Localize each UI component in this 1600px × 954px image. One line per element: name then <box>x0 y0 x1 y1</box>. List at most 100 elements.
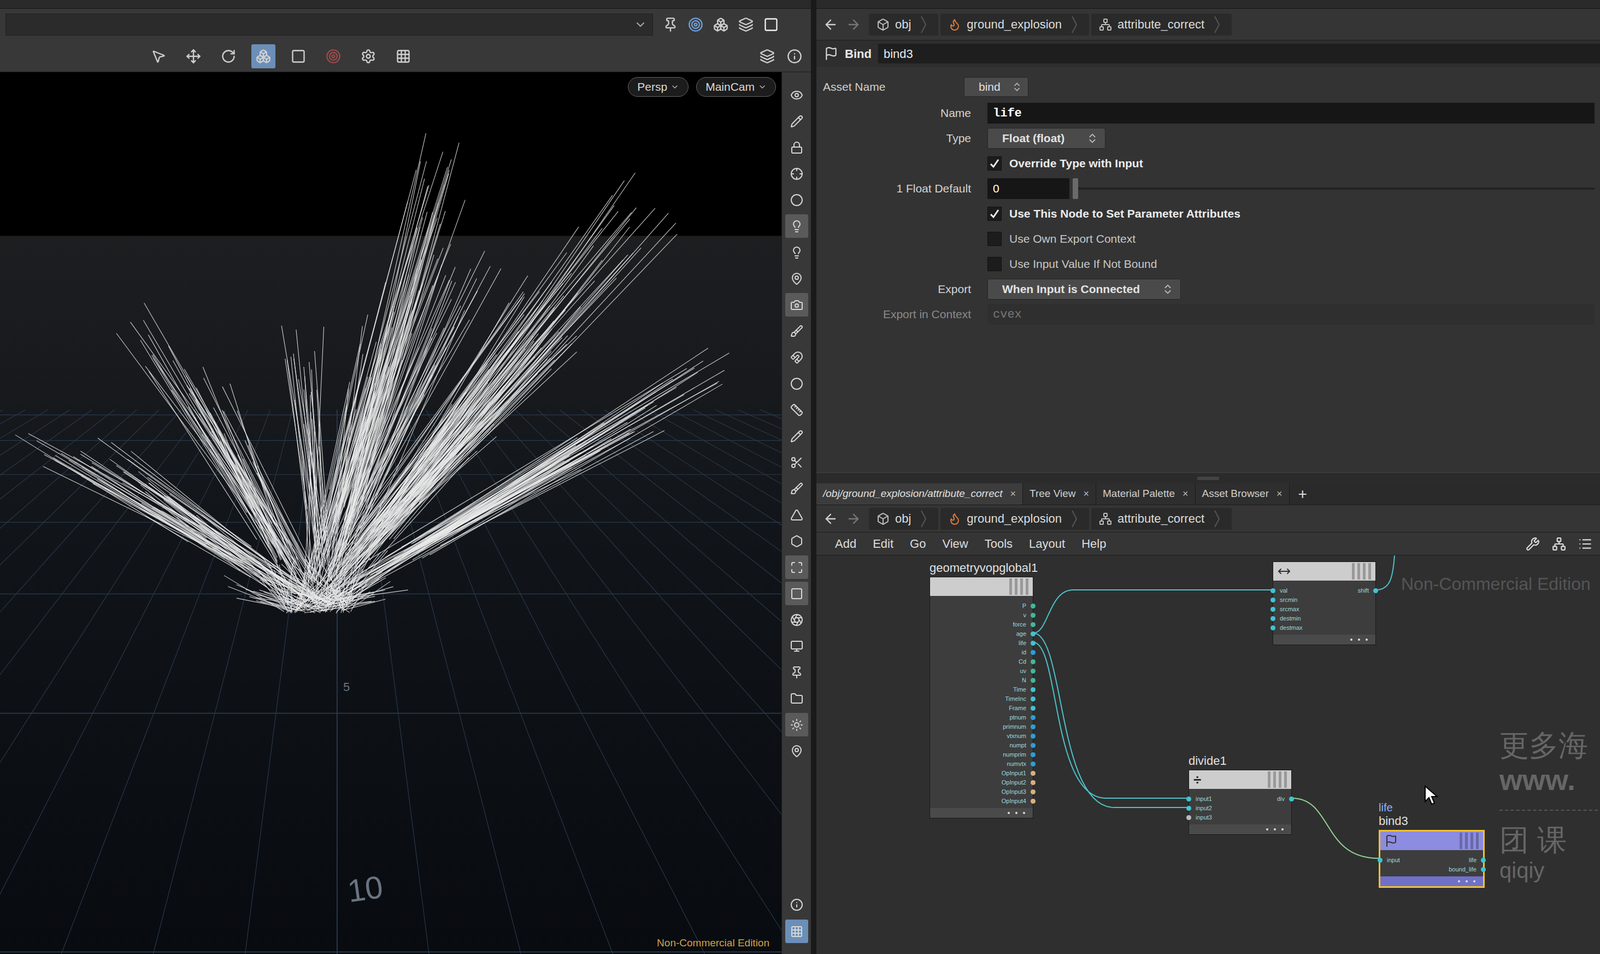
breadcrumb-item[interactable]: obj <box>868 13 939 36</box>
close-tab-button[interactable]: × <box>1276 486 1283 502</box>
output-port[interactable] <box>1030 714 1036 720</box>
list-icon[interactable] <box>1578 536 1593 551</box>
output-port[interactable] <box>1289 796 1294 802</box>
pane-tab[interactable]: /obj/ground_explosion/attribute_correct× <box>816 483 1023 505</box>
breadcrumb-item[interactable]: ground_explosion <box>940 507 1090 530</box>
split-handle[interactable] <box>816 472 1600 484</box>
output-port[interactable] <box>1030 668 1036 674</box>
text-field[interactable]: life <box>987 102 1595 124</box>
side-tool-button[interactable] <box>785 424 809 448</box>
back-icon[interactable] <box>822 16 839 33</box>
camera-button[interactable]: MainCam <box>696 77 776 97</box>
output-port[interactable] <box>1030 742 1036 748</box>
tree-icon[interactable] <box>1551 536 1567 551</box>
side-tool-button[interactable] <box>785 581 809 605</box>
toolbar-button[interactable] <box>321 44 346 69</box>
viewport[interactable]: PerspMainCam510Non-Commercial Edition <box>0 72 782 954</box>
slider-handle[interactable] <box>1072 178 1079 199</box>
close-tab-button[interactable]: × <box>1182 486 1189 502</box>
input-port[interactable] <box>1270 606 1276 612</box>
breadcrumb-item[interactable]: attribute_correct <box>1091 13 1232 36</box>
output-port[interactable] <box>1480 866 1486 872</box>
side-tool-button[interactable] <box>785 919 809 943</box>
input-port[interactable] <box>1270 615 1276 621</box>
output-port[interactable] <box>1030 733 1036 739</box>
side-tool-button[interactable] <box>785 528 809 553</box>
camera-button[interactable]: Persp <box>627 77 689 97</box>
side-tool-button[interactable] <box>785 686 809 710</box>
checkbox[interactable] <box>987 231 1002 246</box>
side-tool-button[interactable] <box>785 214 809 238</box>
pane-tab[interactable]: Asset Browser× <box>1195 483 1290 505</box>
back-icon[interactable] <box>822 510 839 527</box>
input-port[interactable] <box>1186 805 1192 811</box>
output-port[interactable] <box>1030 677 1036 683</box>
output-port[interactable] <box>1030 751 1036 757</box>
input-port[interactable] <box>1270 597 1276 603</box>
side-tool-button[interactable] <box>785 555 809 579</box>
output-port[interactable] <box>1030 631 1036 637</box>
side-tool-button[interactable] <box>785 633 809 658</box>
menu-item[interactable]: Go <box>909 534 926 553</box>
display-icon[interactable] <box>713 16 729 33</box>
node-name-field[interactable]: bind3 <box>878 43 1600 64</box>
dropdown[interactable]: When Input is Connected <box>987 278 1181 300</box>
output-port[interactable] <box>1030 724 1036 729</box>
side-tool-button[interactable] <box>785 187 809 212</box>
menu-item[interactable]: View <box>942 534 968 553</box>
menu-item[interactable]: Help <box>1081 534 1107 553</box>
pin-icon[interactable] <box>662 16 679 33</box>
input-port[interactable] <box>1186 814 1192 820</box>
checkbox-row[interactable]: Use Input Value If Not Bound <box>987 255 1157 273</box>
menu-item[interactable]: Layout <box>1028 534 1066 553</box>
link-icon[interactable] <box>687 16 704 33</box>
close-tab-button[interactable]: × <box>1009 486 1016 502</box>
output-port[interactable] <box>1480 857 1486 863</box>
toolbar-button[interactable] <box>251 44 276 69</box>
menu-item[interactable]: Tools <box>984 534 1013 553</box>
output-port[interactable] <box>1030 659 1036 664</box>
output-port[interactable] <box>1030 789 1036 794</box>
input-port[interactable] <box>1270 587 1276 593</box>
output-port[interactable] <box>1373 587 1379 593</box>
output-port[interactable] <box>1030 779 1036 785</box>
close-tab-button[interactable]: × <box>1083 486 1090 502</box>
side-tool-button[interactable] <box>785 266 809 291</box>
toolbar-button[interactable] <box>755 44 780 69</box>
menu-item[interactable]: Add <box>834 534 857 553</box>
dropdown[interactable]: Float (float) <box>987 127 1106 149</box>
output-port[interactable] <box>1030 705 1036 711</box>
add-tab-button[interactable]: + <box>1289 483 1316 505</box>
input-port[interactable] <box>1377 857 1383 863</box>
vop-node[interactable]: geometryvopglobal1PvforceagelifeidCduvNT… <box>929 576 1034 819</box>
pane-tab[interactable]: Material Palette× <box>1096 483 1196 505</box>
checkbox[interactable] <box>987 206 1002 221</box>
asset-dropdown[interactable]: bind <box>963 77 1029 97</box>
toolbar-button[interactable] <box>146 44 171 69</box>
toolbar-button[interactable] <box>391 44 416 69</box>
side-tool-button[interactable] <box>785 135 809 160</box>
output-port[interactable] <box>1030 603 1036 609</box>
output-port[interactable] <box>1030 649 1036 655</box>
output-port[interactable] <box>1030 612 1036 618</box>
side-tool-button[interactable] <box>785 660 809 684</box>
vop-node[interactable]: lifebind3inputlifebound_life <box>1378 829 1485 888</box>
side-tool-button[interactable] <box>785 476 809 500</box>
output-port[interactable] <box>1030 686 1036 692</box>
toolbar-button[interactable] <box>181 44 206 69</box>
side-tool-button[interactable] <box>785 738 809 763</box>
breadcrumb-item[interactable]: obj <box>868 507 939 530</box>
checkbox-row[interactable]: Override Type with Input <box>987 154 1144 173</box>
side-tool-button[interactable] <box>785 345 809 369</box>
side-tool-button[interactable] <box>785 109 809 133</box>
vop-node[interactable]: divide1÷input1divinput2input3 <box>1188 769 1292 835</box>
side-tool-button[interactable] <box>785 83 809 107</box>
side-tool-button[interactable] <box>785 371 809 396</box>
side-tool-button[interactable] <box>785 712 809 737</box>
wrench-icon[interactable] <box>1525 536 1540 551</box>
output-port[interactable] <box>1030 770 1036 776</box>
side-tool-button[interactable] <box>785 240 809 264</box>
checkbox-row[interactable]: Use This Node to Set Parameter Attribute… <box>987 204 1241 223</box>
forward-icon[interactable] <box>845 510 862 527</box>
slider[interactable] <box>1072 178 1595 199</box>
